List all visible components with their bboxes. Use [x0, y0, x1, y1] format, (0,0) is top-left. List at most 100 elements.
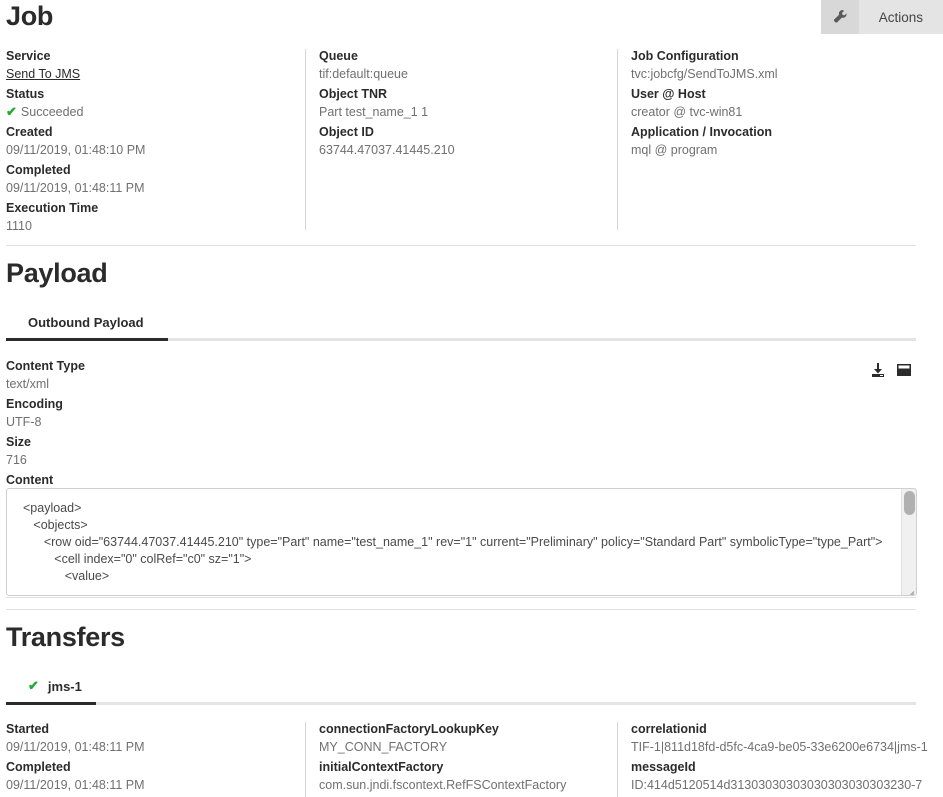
- actions-button-label: Actions: [879, 10, 923, 25]
- transfers-tabs: ✔ jms-1: [6, 672, 916, 705]
- job-detail-page: Actions Job Service Send To JMS Status ✔…: [0, 0, 943, 797]
- section-title-payload: Payload: [6, 258, 107, 289]
- payload-content-textarea[interactable]: <payload> <objects> <row oid="63744.4703…: [6, 488, 917, 596]
- field-messageid: messageId ID:414d5120514d313030303030303…: [631, 758, 929, 797]
- field-object-tnr: Object TNR Part test_name_1 1: [319, 85, 603, 121]
- field-status: Status ✔ Succeeded: [6, 85, 291, 121]
- field-value: 09/11/2019, 01:48:11 PM: [6, 179, 291, 197]
- field-value: 63744.47037.41445.210: [319, 141, 603, 159]
- transfers-column-left: Started 09/11/2019, 01:48:11 PM Complete…: [0, 720, 305, 797]
- field-execution-time: Execution Time 1110: [6, 199, 291, 235]
- transfers-tab-underline: [6, 702, 916, 705]
- field-label: Object ID: [319, 123, 603, 141]
- section-title-transfers: Transfers: [6, 622, 125, 653]
- content-scrollbar[interactable]: [901, 489, 916, 595]
- check-icon: ✔: [6, 104, 17, 119]
- field-value: MY_CONN_FACTORY: [319, 738, 603, 756]
- wrench-icon: [832, 9, 848, 25]
- transfers-tab-active-indicator: [6, 702, 96, 705]
- field-encoding: Encoding UTF-8: [6, 395, 916, 431]
- tab-outbound-payload[interactable]: Outbound Payload: [6, 315, 166, 338]
- field-value: 09/11/2019, 01:48:11 PM: [6, 738, 291, 756]
- field-completed: Completed 09/11/2019, 01:48:11 PM: [6, 161, 291, 197]
- field-label: Created: [6, 123, 291, 141]
- job-info-column-left: Service Send To JMS Status ✔ Succeeded Cr…: [0, 47, 305, 237]
- payload-tabs: Outbound Payload: [6, 308, 916, 341]
- field-label: Content Type: [6, 357, 916, 375]
- field-connection-factory-lookup-key: connectionFactoryLookupKey MY_CONN_FACTO…: [319, 720, 603, 756]
- check-icon: ✔: [28, 678, 39, 694]
- payload-tab-underline: [6, 338, 916, 341]
- actions-button-group[interactable]: Actions: [821, 0, 943, 34]
- field-value: Part test_name_1 1: [319, 103, 603, 121]
- field-value: text/xml: [6, 375, 916, 393]
- status-value: ✔ Succeeded: [6, 103, 291, 121]
- field-value: TIF-1|811d18fd-d5fc-4ca9-be05-33e6200e67…: [631, 738, 929, 756]
- transfers-column-middle: connectionFactoryLookupKey MY_CONN_FACTO…: [305, 720, 617, 797]
- tab-jms-1[interactable]: ✔ jms-1: [6, 678, 104, 702]
- transfers-info-grid: Started 09/11/2019, 01:48:11 PM Complete…: [0, 720, 943, 797]
- divider-job-info: [6, 245, 916, 246]
- status-badge: Succeeded: [21, 105, 84, 119]
- tab-label: Outbound Payload: [28, 315, 144, 330]
- actions-button[interactable]: Actions: [859, 0, 943, 34]
- field-label: User @ Host: [631, 85, 929, 103]
- payload-fields: Content Type text/xml Encoding UTF-8 Siz…: [6, 357, 916, 491]
- field-value: 716: [6, 451, 916, 469]
- field-application-invocation: Application / Invocation mql @ program: [631, 123, 929, 159]
- field-label: connectionFactoryLookupKey: [319, 720, 603, 738]
- field-label: correlationid: [631, 720, 929, 738]
- job-info-column-middle: Queue tif:default:queue Object TNR Part …: [305, 47, 617, 237]
- field-queue: Queue tif:default:queue: [319, 47, 603, 83]
- field-label: Completed: [6, 758, 291, 776]
- field-label: Started: [6, 720, 291, 738]
- field-service: Service Send To JMS: [6, 47, 291, 83]
- divider-payload-top: [6, 597, 916, 598]
- field-label: Encoding: [6, 395, 916, 413]
- job-info-column-right: Job Configuration tvc:jobcfg/SendToJMS.x…: [617, 47, 943, 237]
- payload-tab-active-indicator: [6, 338, 168, 341]
- field-label: Completed: [6, 161, 291, 179]
- field-value: com.sun.jndi.fscontext.RefFSContextFacto…: [319, 776, 603, 794]
- field-label: Content: [6, 471, 916, 489]
- textarea-resize-handle[interactable]: [903, 583, 914, 594]
- tab-label: jms-1: [48, 679, 82, 694]
- field-value: mql @ program: [631, 141, 929, 159]
- field-content: Content: [6, 471, 916, 489]
- field-content-type: Content Type text/xml: [6, 357, 916, 393]
- page-title: Job: [6, 1, 53, 32]
- field-label: Application / Invocation: [631, 123, 929, 141]
- field-value: tvc:jobcfg/SendToJMS.xml: [631, 65, 929, 83]
- field-user-host: User @ Host creator @ tvc-win81: [631, 85, 929, 121]
- transfers-column-right: correlationid TIF-1|811d18fd-d5fc-4ca9-b…: [617, 720, 943, 797]
- job-info-grid: Service Send To JMS Status ✔ Succeeded Cr…: [0, 47, 943, 237]
- field-correlationid: correlationid TIF-1|811d18fd-d5fc-4ca9-b…: [631, 720, 929, 756]
- field-value: 1110: [6, 217, 291, 235]
- wrench-icon-button[interactable]: [821, 0, 859, 34]
- field-label: Status: [6, 85, 291, 103]
- field-transfer-completed: Completed 09/11/2019, 01:48:11 PM: [6, 758, 291, 794]
- field-value: 09/11/2019, 01:48:10 PM: [6, 141, 291, 159]
- field-label: Execution Time: [6, 199, 291, 217]
- field-value: 09/11/2019, 01:48:11 PM: [6, 776, 291, 794]
- divider-payload-bottom: [6, 609, 916, 610]
- download-icon[interactable]: [870, 362, 886, 378]
- content-scrollbar-thumb[interactable]: [904, 491, 915, 515]
- window-icon[interactable]: [896, 362, 912, 378]
- service-link[interactable]: Send To JMS: [6, 65, 291, 83]
- field-value: tif:default:queue: [319, 65, 603, 83]
- field-job-configuration: Job Configuration tvc:jobcfg/SendToJMS.x…: [631, 47, 929, 83]
- field-label: Object TNR: [319, 85, 603, 103]
- transfers-tab-row: ✔ jms-1: [6, 672, 916, 702]
- field-value: ID:414d5120514d3130303030303030303030323…: [631, 776, 929, 797]
- field-started: Started 09/11/2019, 01:48:11 PM: [6, 720, 291, 756]
- field-object-id: Object ID 63744.47037.41445.210: [319, 123, 603, 159]
- payload-icon-group[interactable]: [870, 362, 912, 378]
- field-value: UTF-8: [6, 413, 916, 431]
- payload-tab-row: Outbound Payload: [6, 308, 916, 338]
- field-label: Service: [6, 47, 291, 65]
- field-label: Job Configuration: [631, 47, 929, 65]
- field-initial-context-factory: initialContextFactory com.sun.jndi.fscon…: [319, 758, 603, 794]
- payload-content-text[interactable]: <payload> <objects> <row oid="63744.4703…: [23, 500, 899, 585]
- field-label: initialContextFactory: [319, 758, 603, 776]
